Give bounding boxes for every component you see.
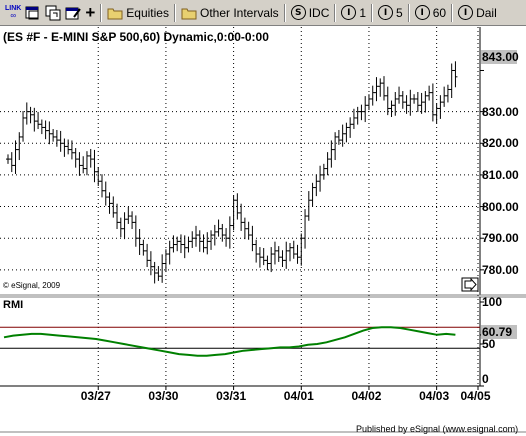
price-tick-label: 830.00	[482, 104, 519, 119]
price-tick-label: 820.00	[482, 136, 519, 151]
last-price-marker: 843.00	[481, 50, 519, 64]
price-tick-label: 810.00	[482, 167, 519, 182]
published-by-text: Published by eSignal (www.esignal.com)	[356, 424, 519, 434]
date-tick-label: 04/01	[283, 389, 314, 403]
rmi-tick-label: 0	[482, 372, 489, 386]
date-tick-label: 03/31	[216, 389, 247, 403]
date-tick-label: 03/27	[80, 389, 111, 403]
rmi-tick-label: 100	[482, 295, 503, 309]
rmi-plot	[0, 301, 484, 387]
date-tick-label: 04/05	[460, 389, 491, 403]
date-tick-label: 04/02	[351, 389, 382, 403]
price-tick-label: 800.00	[482, 199, 519, 214]
chart-canvas	[0, 27, 526, 433]
rmi-value-marker: 60.79	[481, 325, 517, 339]
price-tick-label: 790.00	[482, 231, 519, 246]
chart-title: (ES #F - E-MINI S&P 500,60) Dynamic,0:00…	[3, 30, 269, 44]
date-tick-label: 04/03	[419, 389, 450, 403]
price-tick-label: 780.00	[482, 262, 519, 277]
price-bars	[6, 61, 458, 284]
grid	[0, 27, 484, 390]
copyright-text: © eSignal, 2009	[3, 281, 61, 290]
scroll-arrow-icon[interactable]	[461, 277, 479, 292]
date-tick-label: 03/30	[148, 389, 179, 403]
rmi-line	[3, 326, 456, 357]
rmi-tick-label: 50	[482, 337, 496, 351]
rmi-pane-label: RMI	[3, 299, 24, 311]
